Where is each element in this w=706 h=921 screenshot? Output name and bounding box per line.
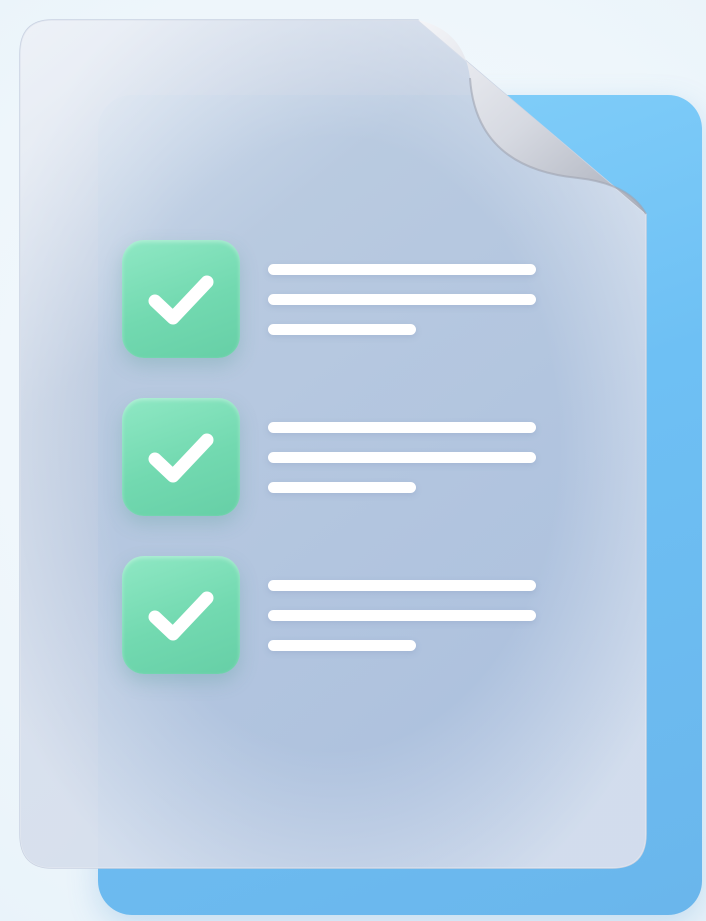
text-line bbox=[268, 264, 536, 275]
checklist-item bbox=[122, 398, 542, 516]
checkbox-checked bbox=[122, 556, 240, 674]
text-line bbox=[268, 422, 536, 433]
checklist-item bbox=[122, 556, 542, 674]
checkmark-icon bbox=[148, 591, 214, 641]
text-line bbox=[268, 580, 536, 591]
checkbox-checked bbox=[122, 398, 240, 516]
checkbox-checked bbox=[122, 240, 240, 358]
text-line bbox=[268, 452, 536, 463]
checkmark-icon bbox=[148, 275, 214, 325]
text-line-short bbox=[268, 482, 416, 493]
checklist-item bbox=[122, 240, 542, 358]
checkmark-icon bbox=[148, 433, 214, 483]
text-line-short bbox=[268, 640, 416, 651]
text-line bbox=[268, 610, 536, 621]
text-line-short bbox=[268, 324, 416, 335]
text-line bbox=[268, 294, 536, 305]
checklist-illustration bbox=[0, 0, 706, 921]
